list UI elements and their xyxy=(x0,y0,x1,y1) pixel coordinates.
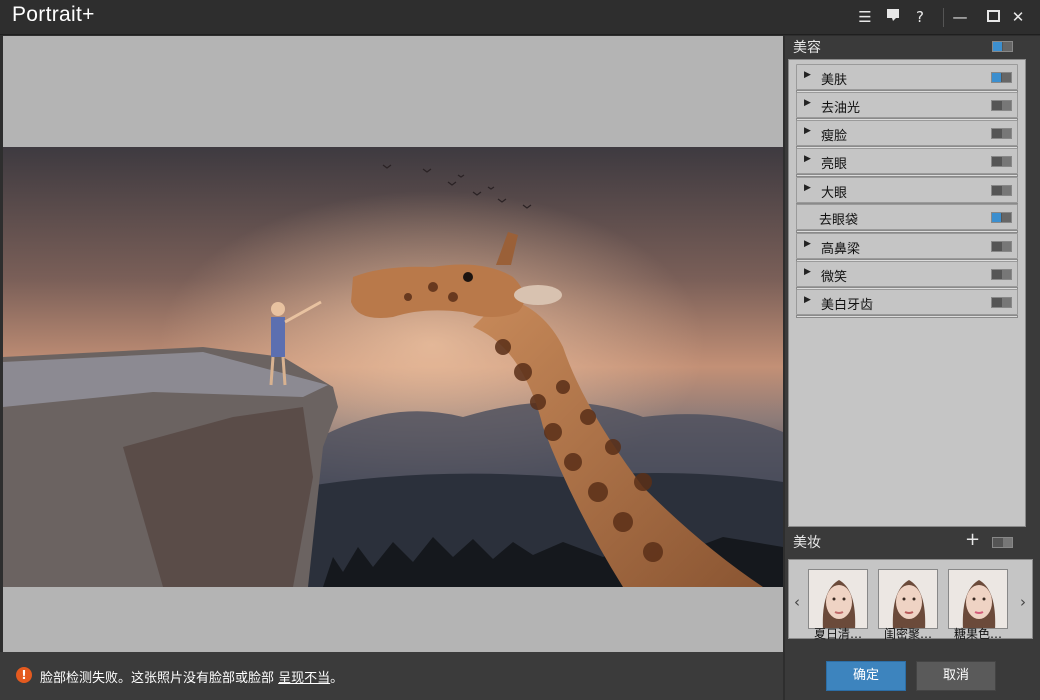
expand-arrow-icon[interactable]: ▶ xyxy=(804,154,811,164)
makeup-presets: ‹ 夏日清… 闺密聚… 糖果色… › xyxy=(788,559,1033,641)
status-message: 脸部检测失败。这张照片没有脸部或脸部 呈现不当。 xyxy=(40,667,343,686)
feature-toggle[interactable] xyxy=(991,269,1012,280)
feature-remove-eye-bags[interactable]: 去眼袋 xyxy=(796,204,1018,233)
feature-nose-bridge[interactable]: ▶ 高鼻梁 xyxy=(796,233,1018,262)
list-icon[interactable]: ☰ xyxy=(855,7,875,27)
feature-label: 美白牙齿 xyxy=(821,298,874,313)
feature-skin-smoothing[interactable]: ▶ 美肤 xyxy=(796,64,1018,93)
feature-whiten-teeth[interactable]: ▶ 美白牙齿 xyxy=(796,289,1018,318)
makeup-preset-thumb[interactable] xyxy=(948,569,1008,629)
status-message-text: 脸部检测失败。这张照片没有脸部或脸部 xyxy=(40,671,275,686)
feature-label: 大眼 xyxy=(821,186,848,201)
status-bar: ! 脸部检测失败。这张照片没有脸部或脸部 呈现不当。 xyxy=(0,652,783,700)
feature-toggle[interactable] xyxy=(991,156,1012,167)
feature-label: 亮眼 xyxy=(821,157,848,172)
feature-toggle[interactable] xyxy=(991,241,1012,252)
makeup-header: 美妆 + xyxy=(785,529,1040,553)
makeup-title: 美妆 xyxy=(793,535,821,551)
feature-underline xyxy=(796,315,1018,318)
photo-image xyxy=(3,147,783,587)
feature-toggle[interactable] xyxy=(991,297,1012,308)
feature-toggle[interactable] xyxy=(991,212,1012,223)
feature-label: 去眼袋 xyxy=(819,213,859,228)
photo-preview xyxy=(3,147,783,587)
expand-arrow-icon[interactable]: ▶ xyxy=(804,267,811,277)
makeup-preset-label: 夏日清… xyxy=(813,627,862,641)
feature-label: 微笑 xyxy=(821,270,848,285)
cancel-button[interactable]: 取消 xyxy=(916,661,996,691)
feature-smile[interactable]: ▶ 微笑 xyxy=(796,261,1018,290)
comment-icon[interactable] xyxy=(883,7,903,27)
close-icon[interactable]: ✕ xyxy=(1008,7,1028,27)
portrait-plus-window: Portrait+ ☰ ? — ✕ ! 脸部检测失败。这张照片没有脸部或脸部 呈… xyxy=(0,0,1040,700)
prev-arrow-icon[interactable]: ‹ xyxy=(794,593,800,611)
beauty-master-toggle[interactable] xyxy=(992,41,1013,52)
feature-label: 高鼻梁 xyxy=(821,242,861,257)
expand-arrow-icon[interactable]: ▶ xyxy=(804,126,811,136)
status-help-link[interactable]: 呈现不当 xyxy=(278,671,330,686)
beauty-feature-list: ▶ 美肤 ▶ 去油光 ▶ 瘦脸 ▶ 亮眼 ▶ 大眼 去眼袋 ▶ 高鼻梁 ▶ 微笑… xyxy=(788,59,1026,527)
photo-viewer xyxy=(3,36,783,652)
feature-brighten-eyes[interactable]: ▶ 亮眼 xyxy=(796,148,1018,177)
makeup-preset-thumb[interactable] xyxy=(808,569,868,629)
feature-toggle[interactable] xyxy=(991,128,1012,139)
feature-label: 美肤 xyxy=(821,73,848,88)
feature-enlarge-eyes[interactable]: ▶ 大眼 xyxy=(796,177,1018,206)
minimize-icon[interactable]: — xyxy=(950,7,970,27)
expand-arrow-icon[interactable]: ▶ xyxy=(804,183,811,193)
title-bar: Portrait+ ☰ ? — ✕ xyxy=(0,0,1040,35)
side-panel: 美容 ▶ 美肤 ▶ 去油光 ▶ 瘦脸 ▶ 亮眼 ▶ 大眼 去眼袋 ▶ 高鼻梁 ▶… xyxy=(785,36,1040,700)
status-message-suffix: 。 xyxy=(330,671,344,686)
next-arrow-icon[interactable]: › xyxy=(1020,593,1026,611)
comment-icon-shape xyxy=(887,9,899,21)
feature-toggle[interactable] xyxy=(991,72,1012,83)
makeup-preset-thumb[interactable] xyxy=(878,569,938,629)
feature-toggle[interactable] xyxy=(991,185,1012,196)
face-thumbnail xyxy=(809,570,867,628)
beauty-header: 美容 xyxy=(785,36,1040,58)
expand-arrow-icon[interactable]: ▶ xyxy=(804,70,811,80)
titlebar-separator xyxy=(943,8,944,27)
expand-arrow-icon[interactable]: ▶ xyxy=(804,239,811,249)
feature-remove-shine[interactable]: ▶ 去油光 xyxy=(796,92,1018,121)
feature-label: 瘦脸 xyxy=(821,129,848,144)
maximize-icon-shape xyxy=(986,10,1000,22)
app-title: Portrait+ xyxy=(12,3,95,26)
add-makeup-icon[interactable]: + xyxy=(965,529,980,550)
beauty-title: 美容 xyxy=(793,40,821,56)
warning-icon: ! xyxy=(16,667,32,683)
ok-button[interactable]: 确定 xyxy=(826,661,906,691)
expand-arrow-icon[interactable]: ▶ xyxy=(804,98,811,108)
feature-label: 去油光 xyxy=(821,101,861,116)
expand-arrow-icon[interactable]: ▶ xyxy=(804,295,811,305)
maximize-icon[interactable] xyxy=(983,7,1003,27)
makeup-preset-label: 糖果色… xyxy=(953,627,1002,641)
makeup-master-toggle[interactable] xyxy=(992,537,1013,548)
feature-toggle[interactable] xyxy=(991,100,1012,111)
face-thumbnail xyxy=(879,570,937,628)
feature-slim-face[interactable]: ▶ 瘦脸 xyxy=(796,120,1018,149)
help-icon[interactable]: ? xyxy=(910,7,930,27)
makeup-preset-label: 闺密聚… xyxy=(883,627,932,641)
face-thumbnail xyxy=(949,570,1007,628)
